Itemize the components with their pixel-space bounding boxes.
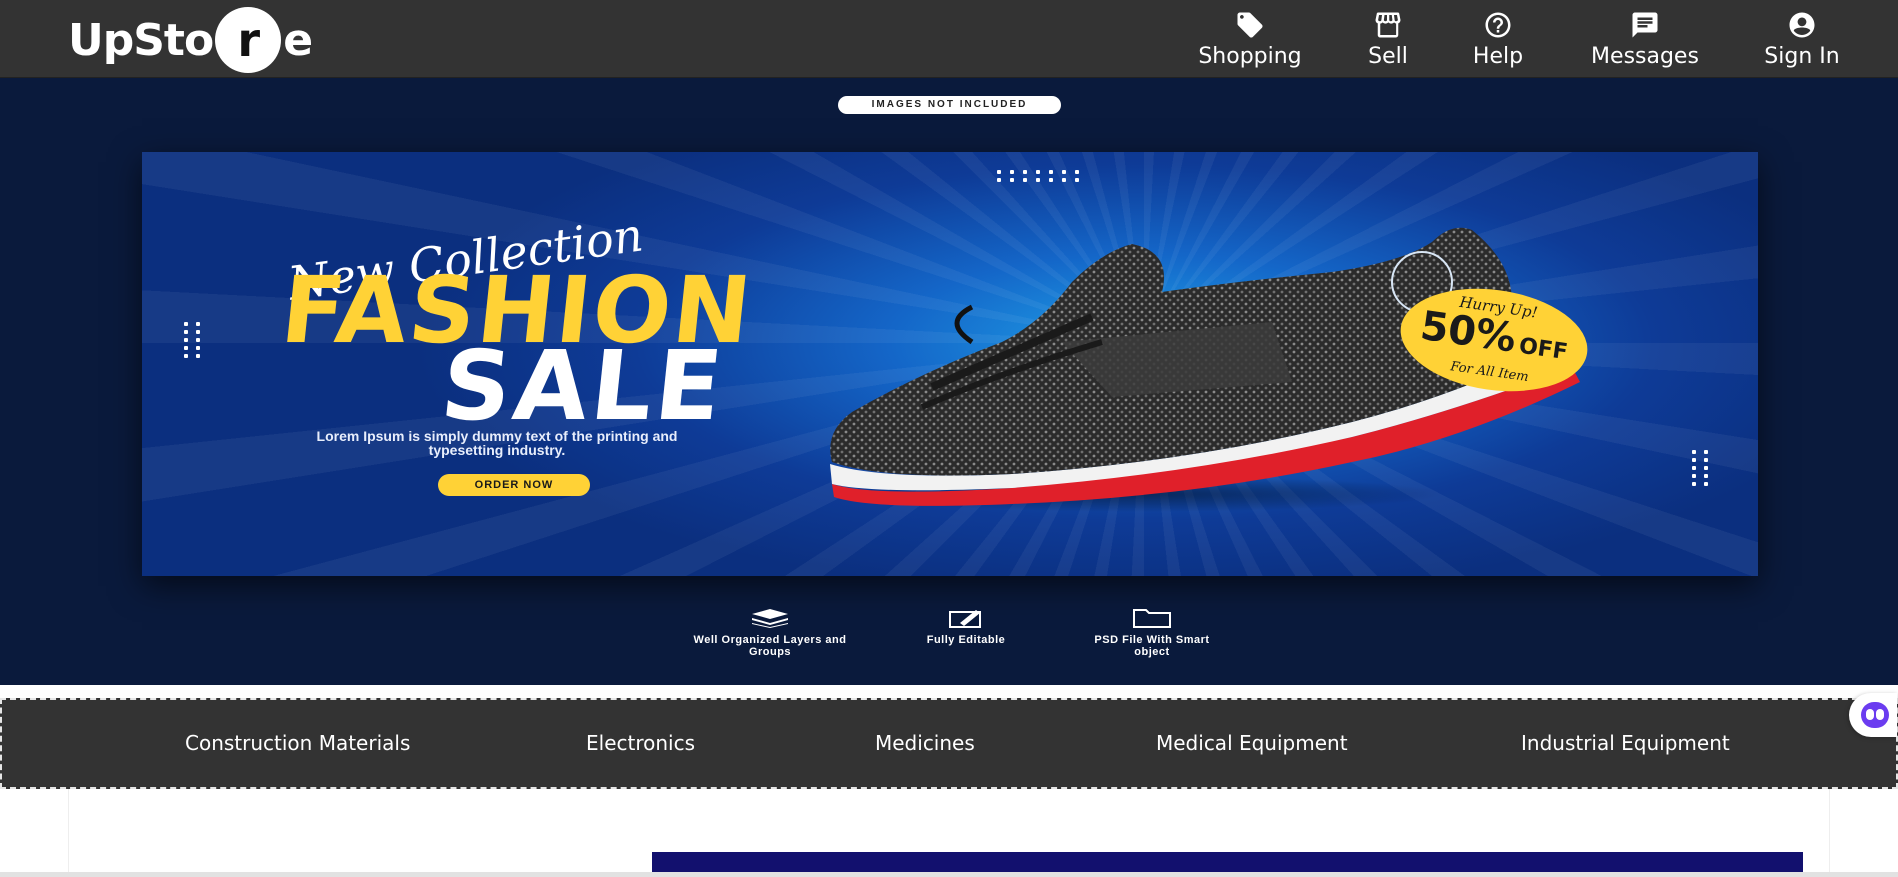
discount-tag-off: OFF bbox=[1517, 333, 1570, 366]
nav-label-sell: Sell bbox=[1368, 43, 1408, 69]
dot-grid-decoration-left bbox=[184, 322, 200, 358]
order-now-button[interactable]: ORDER NOW bbox=[438, 474, 590, 496]
logo-circle: r bbox=[215, 7, 282, 73]
tag-icon bbox=[1237, 12, 1263, 37]
feature-psd-label: PSD File With Smart object bbox=[1094, 634, 1210, 658]
top-header: UpSto r e Shopping Sell Help Messages Sign… bbox=[0, 0, 1898, 78]
feature-layers: Well Organized Layers and Groups bbox=[688, 608, 852, 658]
feature-editable: Fully Editable bbox=[922, 608, 1010, 646]
nav-sell[interactable]: Sell bbox=[1362, 0, 1414, 78]
dot-grid-decoration-right bbox=[1692, 450, 1708, 486]
assistant-button[interactable] bbox=[1849, 693, 1897, 737]
dot-grid-decoration-top bbox=[997, 170, 1079, 182]
feature-layers-label: Well Organized Layers and Groups bbox=[693, 634, 847, 658]
nav-sign-in[interactable]: Sign In bbox=[1762, 0, 1842, 78]
logo-text-end: e bbox=[283, 14, 313, 66]
site-logo[interactable]: UpSto r e bbox=[68, 7, 313, 73]
layers-icon bbox=[752, 609, 788, 628]
nav-label-sign-in: Sign In bbox=[1764, 43, 1840, 69]
logo-text-start: UpSto bbox=[68, 14, 214, 66]
edit-icon bbox=[949, 610, 981, 628]
feature-psd: PSD File With Smart object bbox=[1090, 608, 1214, 658]
bottom-scrollbar[interactable] bbox=[0, 872, 1898, 877]
category-electronics[interactable]: Electronics bbox=[586, 700, 695, 787]
category-construction-materials[interactable]: Construction Materials bbox=[185, 700, 410, 787]
store-icon bbox=[1375, 12, 1401, 37]
promo-banner[interactable]: New Collection FASHION SALE Lorem Ipsum … bbox=[142, 152, 1758, 576]
help-icon bbox=[1485, 12, 1511, 37]
nav-label-messages: Messages bbox=[1591, 43, 1699, 69]
nav-messages[interactable]: Messages bbox=[1588, 0, 1702, 78]
hero-section: IMAGES NOT INCLUDED New Collection FASHI… bbox=[0, 78, 1898, 685]
category-industrial-equipment[interactable]: Industrial Equipment bbox=[1521, 700, 1730, 787]
banner-description: Lorem Ipsum is simply dummy text of the … bbox=[316, 428, 678, 458]
headline-sub: SALE bbox=[436, 330, 731, 442]
nav-shopping[interactable]: Shopping bbox=[1198, 0, 1302, 78]
assistant-icon bbox=[1861, 702, 1889, 728]
category-bar: Construction Materials Electronics Medic… bbox=[0, 698, 1898, 789]
nav-help[interactable]: Help bbox=[1470, 0, 1526, 78]
message-icon bbox=[1632, 12, 1658, 37]
feature-editable-label: Fully Editable bbox=[926, 634, 1006, 646]
nav-label-shopping: Shopping bbox=[1198, 43, 1302, 69]
account-icon bbox=[1789, 12, 1815, 37]
nav-label-help: Help bbox=[1472, 43, 1524, 69]
images-not-included-badge: IMAGES NOT INCLUDED bbox=[838, 96, 1061, 114]
category-medical-equipment[interactable]: Medical Equipment bbox=[1156, 700, 1348, 787]
folder-icon bbox=[1133, 609, 1171, 628]
category-medicines[interactable]: Medicines bbox=[875, 700, 975, 787]
